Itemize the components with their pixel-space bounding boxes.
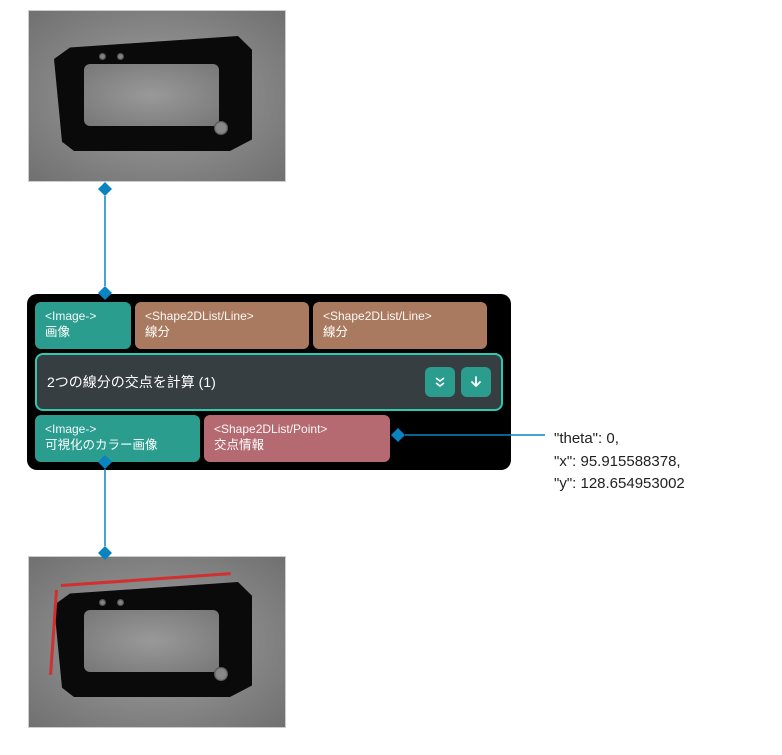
part-hole — [117, 599, 124, 606]
input-port-image[interactable]: <Image-> 画像 — [35, 302, 131, 349]
output-image-preview — [28, 556, 286, 728]
expand-button[interactable] — [425, 367, 455, 397]
diagram-canvas: <Image-> 画像 <Shape2DList/Line> 線分 <Shape… — [10, 10, 770, 745]
port-label: 交点情報 — [214, 437, 380, 454]
port-label: 可視化のカラー画像 — [45, 437, 190, 454]
input-image-preview — [28, 10, 286, 182]
run-button[interactable] — [461, 367, 491, 397]
port-type: <Shape2DList/Line> — [323, 308, 477, 324]
part-hole — [99, 599, 106, 606]
input-ports-row: <Image-> 画像 <Shape2DList/Line> 線分 <Shape… — [35, 302, 503, 349]
connector-diamond — [98, 182, 112, 196]
node-panel: <Image-> 画像 <Shape2DList/Line> 線分 <Shape… — [27, 294, 511, 470]
port-type: <Image-> — [45, 421, 190, 437]
output-port-point[interactable]: <Shape2DList/Point> 交点情報 — [204, 415, 390, 462]
part-hole — [99, 53, 106, 60]
chevron-double-down-icon — [433, 375, 447, 389]
part-hole — [117, 53, 124, 60]
node-title-bar[interactable]: 2つの線分の交点を計算 (1) — [35, 353, 503, 411]
output-port-image[interactable]: <Image-> 可視化のカラー画像 — [35, 415, 200, 462]
port-type: <Shape2DList/Line> — [145, 308, 299, 324]
part-cutout — [84, 610, 219, 672]
node-buttons — [425, 367, 491, 397]
port-type: <Shape2DList/Point> — [214, 421, 380, 437]
output-ports-row: <Image-> 可視化のカラー画像 <Shape2DList/Point> 交… — [35, 415, 503, 462]
part-hole — [214, 121, 228, 135]
input-port-line-2[interactable]: <Shape2DList/Line> 線分 — [313, 302, 487, 349]
output-data-text: "theta": 0, "x": 95.915588378, "y": 128.… — [554, 428, 685, 496]
part-hole — [214, 667, 228, 681]
port-type: <Image-> — [45, 308, 121, 324]
port-label: 画像 — [45, 324, 121, 341]
port-label: 線分 — [145, 324, 299, 341]
part-cutout — [84, 64, 219, 126]
port-label: 線分 — [323, 324, 477, 341]
arrow-down-icon — [469, 375, 483, 389]
input-port-line-1[interactable]: <Shape2DList/Line> 線分 — [135, 302, 309, 349]
node-title: 2つの線分の交点を計算 (1) — [47, 372, 216, 392]
